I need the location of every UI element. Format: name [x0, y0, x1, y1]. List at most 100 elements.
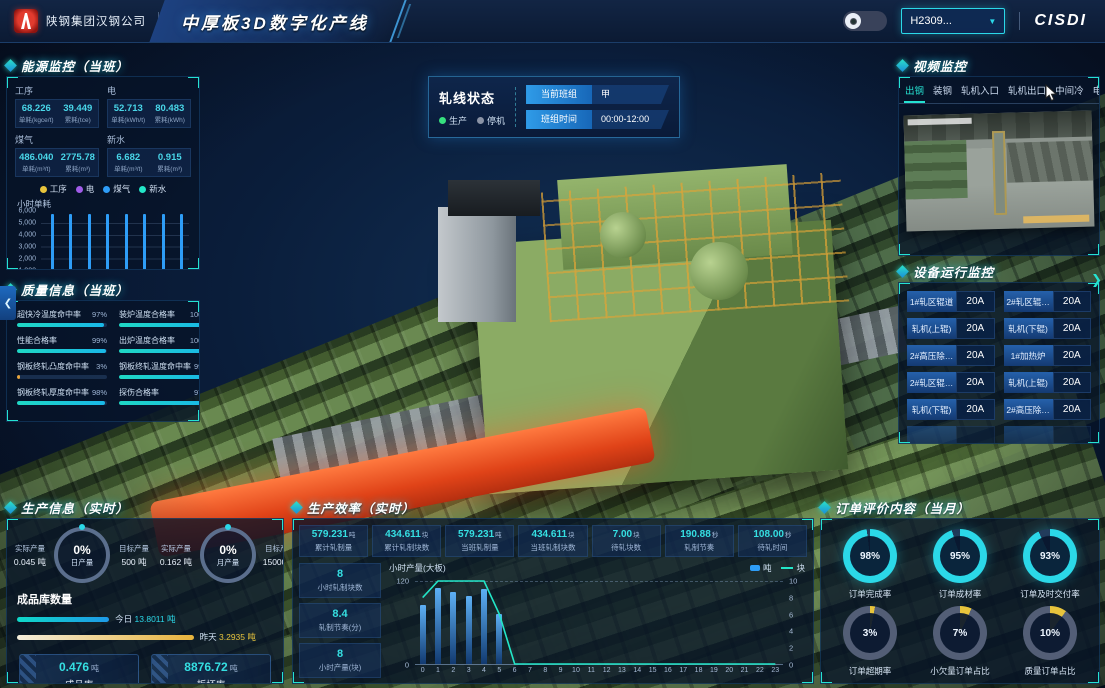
equipment-label: 2#高压除… — [1004, 399, 1053, 420]
legend-dot-icon — [139, 186, 146, 193]
company-logo-icon — [14, 9, 38, 33]
quality-label: 超快冷温度命中率 — [17, 309, 81, 320]
equipment-value: 20A — [1053, 345, 1091, 366]
quality-label: 探伤合格率 — [119, 387, 159, 398]
video-panel: 视频监控 出钢装钢轧机入口轧机出口中间冷电加热 — [898, 56, 1100, 256]
quality-item: 钢板终轧厚度命中率98% — [17, 387, 107, 405]
video-tab-轧机出口[interactable]: 轧机出口 — [1007, 77, 1047, 103]
donut-label: 质量订单占比 — [1024, 665, 1075, 677]
ribbon-value: 00:00-12:00 — [592, 110, 669, 129]
efficiency-stat-label: 累计轧制块数 — [374, 542, 439, 553]
bar-煤气 — [125, 214, 128, 270]
hour-x-tick: 13 — [614, 667, 629, 679]
efficiency-stat-value: 579.231吨 — [447, 529, 512, 540]
status-ribbon: 班组时间00:00-12:00 — [526, 110, 669, 129]
corner-bracket-tl — [820, 518, 832, 530]
equipment-row: 轧机(下辊)20A — [907, 399, 995, 420]
equipment-value: 20A — [1053, 372, 1091, 393]
right-y-tick: 0 — [789, 661, 793, 670]
efficiency-stat-label: 当班轧制块数 — [520, 542, 585, 553]
hour-x-tick: 11 — [584, 667, 599, 679]
company-name: 陕钢集团汉钢公司 — [46, 13, 146, 29]
panel-diamond-icon — [896, 265, 909, 278]
quality-item: 性能合格率99% — [17, 335, 107, 353]
energy-metric-value: 0.915 — [151, 152, 190, 163]
line-status-legend: 生产停机 — [439, 114, 505, 127]
energy-metric-unit: 单耗(kWh/t) — [109, 114, 148, 124]
corner-bracket-bl — [6, 410, 18, 422]
hour-x-tick: 23 — [768, 667, 783, 679]
equipment-value — [956, 426, 994, 444]
plan-select-dropdown[interactable]: H2309... ▼ — [901, 8, 1005, 34]
hour-x-tick: 4 — [476, 667, 491, 679]
quality-item: 出炉温度合格率100% — [119, 335, 200, 353]
quality-item-header: 钢板终轧厚度命中率98% — [17, 387, 107, 398]
bar-煤气 — [106, 214, 109, 270]
quality-item-header: 钢板终轧凸度命中率3% — [17, 361, 107, 372]
efficiency-stat-label: 轧制节奏 — [667, 542, 732, 553]
quality-item-header: 探伤合格率97% — [119, 387, 200, 398]
energy-metric: 486.040单耗(m³/t) — [17, 152, 56, 173]
energy-group-name: 煤气 — [15, 133, 99, 146]
efficiency-stat-label: 累计轧制量 — [301, 542, 366, 553]
gauge-left-value: 0.162 吨 — [155, 556, 197, 568]
energy-metric: 0.915累耗(m³) — [151, 152, 190, 173]
corner-bracket-tl — [6, 76, 18, 88]
corner-bracket-tl — [898, 282, 910, 294]
quality-item: 超快冷温度命中率97% — [17, 309, 107, 327]
equipment-row: 轧机(上辊)20A — [1004, 372, 1092, 393]
quality-bar-track — [17, 375, 107, 379]
energy-metric-unit: 累耗(tce) — [59, 114, 98, 124]
energy-metric-value: 39.449 — [59, 103, 98, 114]
quality-item-header: 出炉温度合格率100% — [119, 335, 200, 346]
efficiency-stat: 108.00秒待轧时间 — [738, 525, 807, 557]
efficiency-stat-value: 108.00秒 — [740, 529, 805, 540]
order-donut-cell: 10%质量订单占比 — [1007, 606, 1093, 677]
energy-metric: 68.226单耗(kgce/t) — [17, 103, 56, 124]
energy-chart: 6,0005,0004,0003,0002,0001,0000 23456789 — [11, 211, 191, 270]
quality-bar-track — [17, 323, 107, 327]
efficiency-stat: 190.88秒轧制节奏 — [665, 525, 734, 557]
gauge-left-value: 0.045 吨 — [9, 556, 51, 568]
left-collapse-tab[interactable]: ❮ — [0, 286, 16, 320]
cctv-video-thumbnail[interactable] — [904, 111, 1095, 232]
video-tab-装钢[interactable]: 装钢 — [932, 77, 953, 103]
order-donut-cell: 7%小欠量订单占比 — [917, 606, 1003, 677]
video-tab-轧机入口[interactable]: 轧机入口 — [960, 77, 1000, 103]
status-legend-label: 生产 — [449, 114, 467, 127]
energy-group: 煤气486.040单耗(m³/t)2775.78累耗(m³) — [15, 133, 99, 177]
efficiency-stat-unit: 秒 — [785, 532, 792, 539]
quality-item: 探伤合格率97% — [119, 387, 200, 405]
quality-label: 钢板终轧厚度命中率 — [17, 387, 89, 398]
status-legend-item[interactable]: 停机 — [477, 114, 505, 127]
gauge-ring: 0%月产量 — [200, 527, 256, 583]
quality-bar-fill — [119, 375, 200, 379]
legend-label: 新水 — [149, 183, 166, 195]
ribbon-label: 班组时间 — [526, 110, 592, 129]
energy-groups: 工序68.226单耗(kgce/t)39.449累耗(tce)电52.713单耗… — [7, 77, 199, 179]
quality-bar-fill — [17, 323, 104, 327]
status-legend-item[interactable]: 生产 — [439, 114, 467, 127]
equipment-label: 1#加热炉 — [1004, 345, 1053, 366]
hour-x-tick: 5 — [492, 667, 507, 679]
quality-bar-track — [119, 349, 200, 353]
stock-bar-value: 13.8011 吨 — [135, 614, 176, 624]
legend-label: 电 — [86, 183, 95, 195]
header: 陕钢集团汉钢公司 中厚板3D数字化产线 H2309... ▼ CISDI — [0, 0, 1105, 43]
bar-煤气 — [143, 214, 146, 270]
warehouse-unit: 吨 — [230, 664, 238, 673]
quality-bar-fill — [119, 401, 200, 405]
corner-bracket-br — [1088, 244, 1100, 256]
hour-x-tick: 15 — [645, 667, 660, 679]
visibility-toggle[interactable] — [843, 11, 887, 31]
corner-bracket-br — [1088, 672, 1100, 684]
production-panel: 生产信息（实时） 实际产量0.045 吨0%日产量目标产量500 吨实际产量0.… — [6, 498, 284, 684]
right-collapse-chevron[interactable]: ❯ — [1091, 272, 1102, 288]
quality-bar-fill — [119, 323, 200, 327]
side-stat-value: 8 — [302, 648, 378, 660]
efficiency-stat-label: 当班轧制量 — [447, 542, 512, 553]
warehouse-value: 0.476吨 — [20, 660, 138, 674]
energy-metric-value: 52.713 — [109, 103, 148, 114]
panel-diamond-icon — [818, 501, 831, 514]
efficiency-stat-value: 434.611块 — [520, 529, 585, 540]
